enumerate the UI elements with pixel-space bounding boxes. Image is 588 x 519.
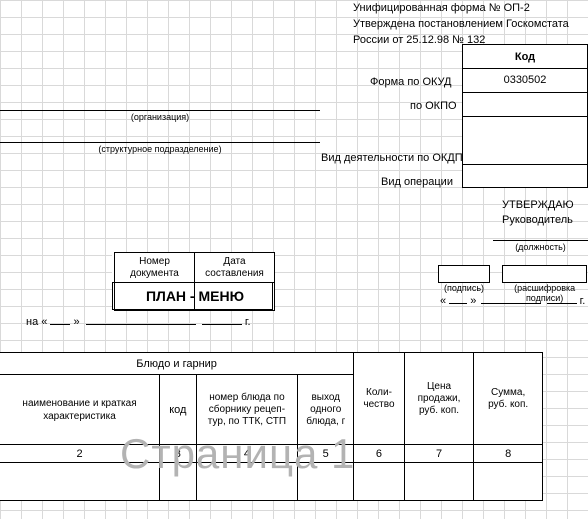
dateline-day-field[interactable] bbox=[50, 314, 70, 325]
code-box: Код 0330502 bbox=[462, 44, 588, 188]
approve-month-field[interactable] bbox=[481, 293, 541, 304]
okdp-label: Вид деятельности по ОКДП bbox=[321, 152, 463, 164]
col7-header: Ценапродажи,руб. коп. bbox=[404, 353, 474, 445]
approve-year-field[interactable] bbox=[547, 293, 577, 304]
main-table: Но-мерпо по-ряд-ку Блюдо и гарнир Коли-ч… bbox=[0, 352, 543, 501]
approved-line: Утверждена постановлением Госкомстата bbox=[353, 18, 569, 30]
approve-qr: » bbox=[470, 295, 476, 307]
okpo-label: по ОКПО bbox=[410, 100, 457, 112]
docnum-header: Номер документа bbox=[115, 253, 195, 283]
colnum-2: 2 bbox=[0, 445, 160, 463]
okud-label: Форма по ОКУД bbox=[370, 76, 452, 88]
colnum-8: 8 bbox=[474, 445, 543, 463]
oper-label: Вид операции bbox=[381, 176, 453, 188]
sign-box[interactable] bbox=[438, 265, 490, 283]
approve-date: « » г. bbox=[440, 293, 585, 307]
approve-post-label: (должность) bbox=[493, 242, 588, 252]
dateline-ql: « bbox=[41, 316, 47, 328]
approve-block: УТВЕРЖДАЮ Руководитель bbox=[502, 198, 574, 228]
dept-underline bbox=[0, 142, 320, 143]
col4-header: номер блюда посборнику рецеп-тур, по ТТК… bbox=[196, 375, 298, 445]
dateline: на « » г. bbox=[26, 314, 251, 328]
code-cell-okdp[interactable] bbox=[462, 116, 588, 164]
dateline-year-suffix: г. bbox=[245, 316, 251, 328]
table-number-row: 1 2 3 4 5 6 7 8 bbox=[0, 445, 543, 463]
col2-header: наименование и краткая характеристика bbox=[0, 375, 160, 445]
docdate-header: Дата составления bbox=[195, 253, 275, 283]
col8-header: Сумма,руб. коп. bbox=[474, 353, 543, 445]
table-data-row[interactable] bbox=[0, 463, 543, 501]
code-cell-oper[interactable] bbox=[462, 164, 588, 188]
decode-box[interactable] bbox=[502, 265, 587, 283]
code-cell-okud[interactable]: 0330502 bbox=[462, 68, 588, 92]
colnum-7: 7 bbox=[404, 445, 474, 463]
dept-label: (структурное подразделение) bbox=[0, 144, 320, 154]
colnum-6: 6 bbox=[354, 445, 404, 463]
approve-ql: « bbox=[440, 295, 446, 307]
dish-group-header: Блюдо и гарнир bbox=[0, 353, 354, 375]
approve-line2: Руководитель bbox=[502, 213, 574, 228]
colnum-3: 3 bbox=[160, 445, 197, 463]
sign-label: (подпись) bbox=[438, 283, 490, 293]
dateline-qr: » bbox=[74, 316, 80, 328]
col6-header: Коли-чество bbox=[354, 353, 404, 445]
approve-day-field[interactable] bbox=[449, 293, 467, 304]
dateline-prefix: на bbox=[26, 316, 38, 328]
org-underline bbox=[0, 110, 320, 111]
col3-header: код bbox=[160, 375, 197, 445]
approve-line1: УТВЕРЖДАЮ bbox=[502, 198, 574, 213]
form-line: Унифицированная форма № ОП-2 bbox=[353, 2, 530, 14]
col5-header: выхододногоблюда, г bbox=[298, 375, 354, 445]
dateline-year-field[interactable] bbox=[202, 314, 242, 325]
colnum-5: 5 bbox=[298, 445, 354, 463]
approve-year-suffix: г. bbox=[580, 295, 586, 307]
approve-post-line bbox=[493, 240, 588, 241]
org-label: (организация) bbox=[0, 112, 320, 122]
code-header: Код bbox=[462, 44, 588, 68]
code-cell-okpo[interactable] bbox=[462, 92, 588, 116]
dateline-month-field[interactable] bbox=[86, 314, 196, 325]
colnum-4: 4 bbox=[196, 445, 298, 463]
doc-title-box bbox=[112, 282, 273, 310]
